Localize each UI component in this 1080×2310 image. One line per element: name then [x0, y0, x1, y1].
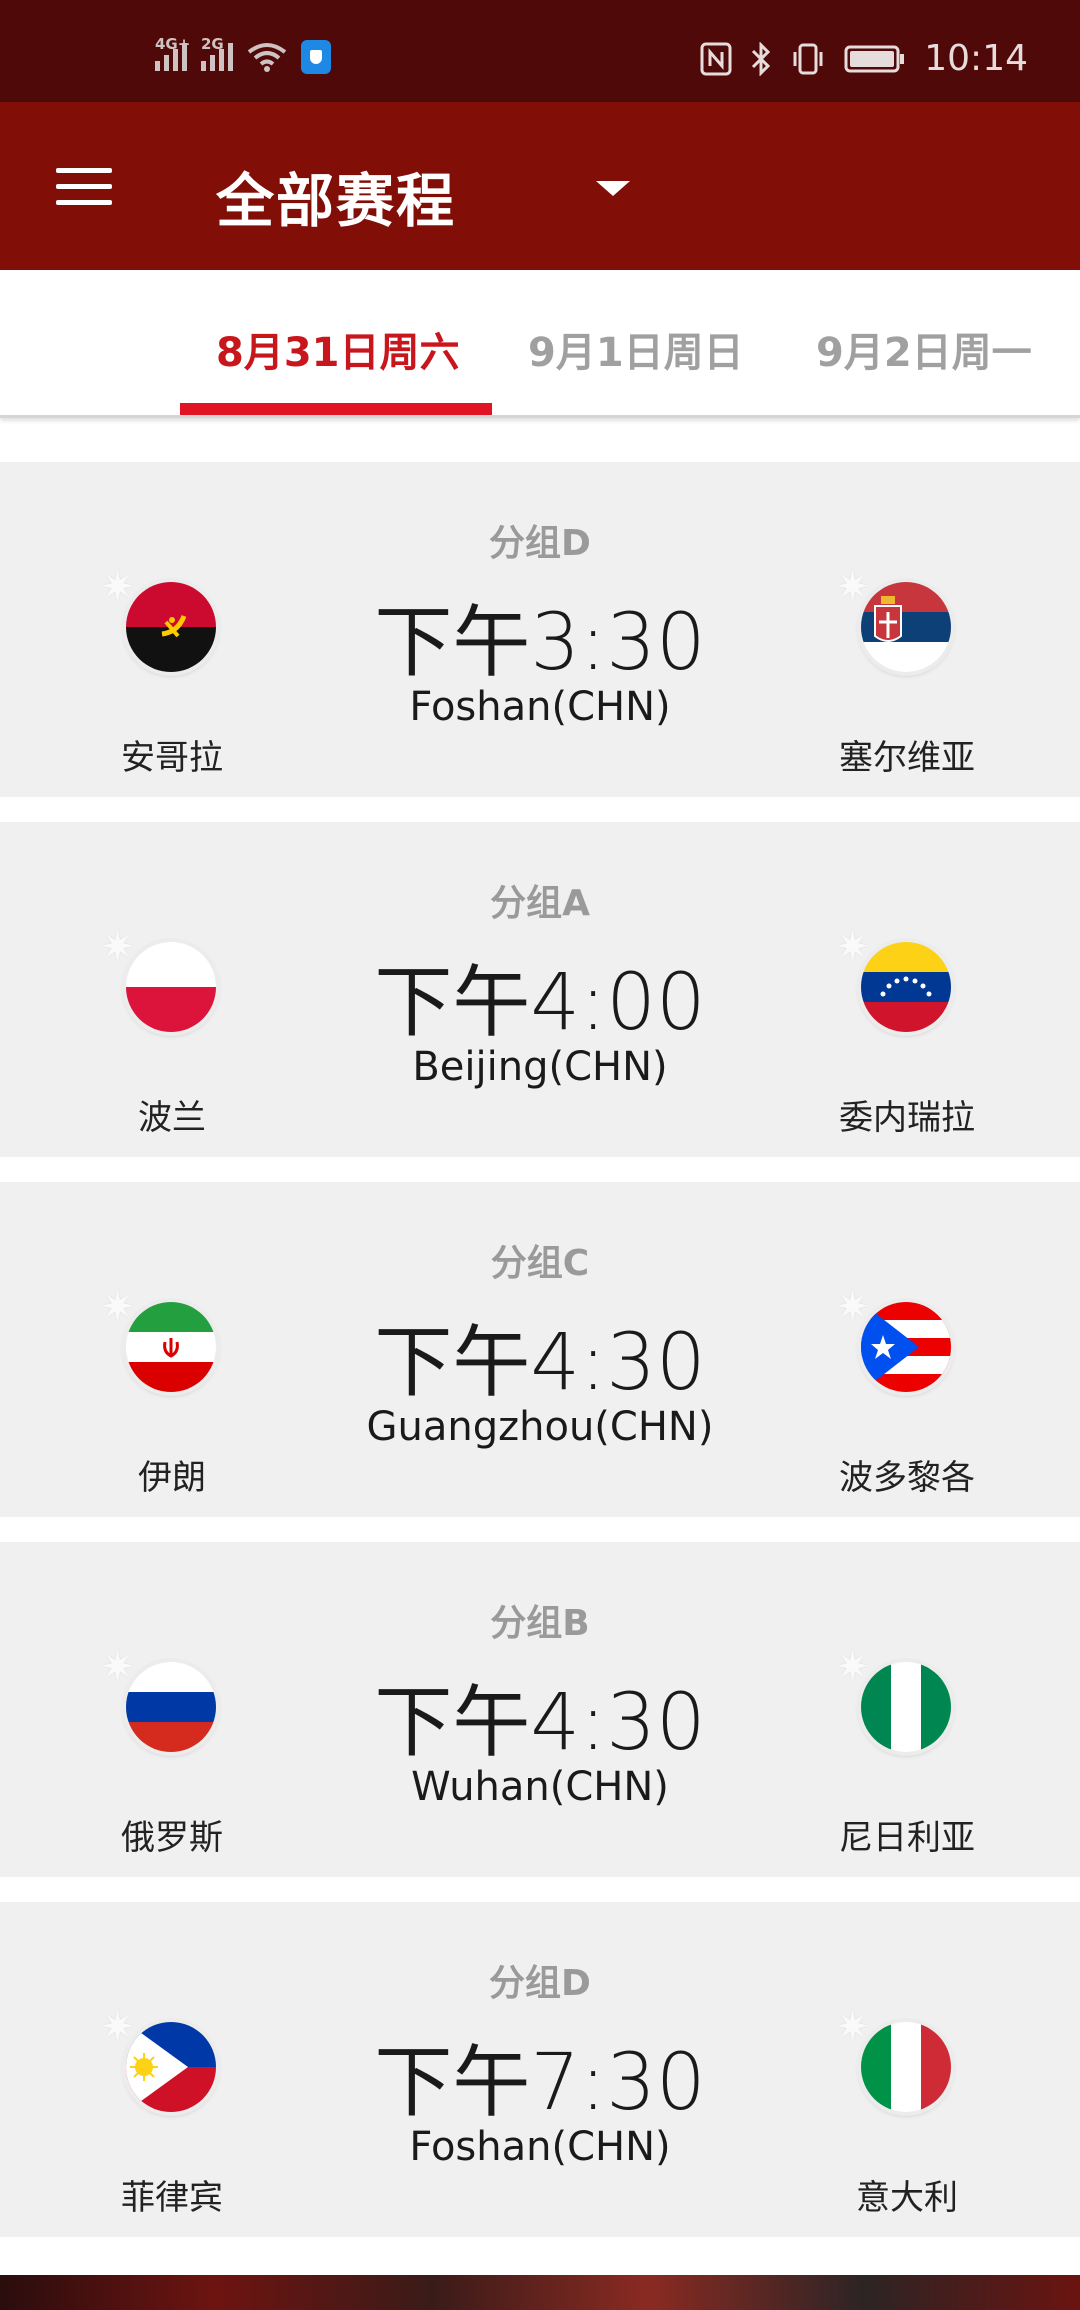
- away-team[interactable]: ✷ 塞尔维亚: [787, 462, 1027, 797]
- bluetooth-icon: [752, 41, 771, 76]
- home-team[interactable]: ✷ 波兰: [52, 822, 292, 1157]
- away-team[interactable]: ✷ 尼日利亚: [787, 1542, 1027, 1877]
- signal-4g-label: 4G+: [155, 35, 191, 53]
- match-card[interactable]: ✷ 伊朗 分组C 下午4:30 Guangzhou(CHN) ✷ 波多黎各: [0, 1182, 1080, 1517]
- app-bar: 全部赛程: [0, 102, 1080, 270]
- match-list: ✷ 安哥拉 分组D 下午3:30 Foshan(CHN) ✷ 塞尔维亚 ✷ 波兰…: [0, 462, 1080, 2262]
- match-time: 下午4:00: [374, 958, 706, 1048]
- away-team-name: 波多黎各: [839, 1458, 975, 1498]
- match-venue: Foshan(CHN): [409, 2124, 671, 2170]
- nfc-icon: [700, 42, 732, 75]
- away-team-name: 尼日利亚: [839, 1818, 975, 1858]
- group-label: 分组D: [489, 523, 591, 564]
- status-time: 10:14: [924, 38, 1028, 79]
- vibrate-icon: [793, 43, 823, 74]
- match-venue: Foshan(CHN): [409, 684, 671, 730]
- tab-aug-31[interactable]: 8月31日周六: [216, 320, 460, 378]
- poland-flag-icon: [126, 942, 216, 1032]
- home-team-name: 安哥拉: [121, 738, 223, 778]
- match-time: 下午7:30: [374, 2038, 706, 2128]
- home-team-name: 俄罗斯: [121, 1818, 223, 1858]
- home-team[interactable]: ✷ 伊朗: [52, 1182, 292, 1517]
- group-label: 分组C: [490, 1243, 590, 1284]
- match-venue: Guangzhou(CHN): [366, 1404, 714, 1450]
- active-tab-indicator: [180, 403, 492, 415]
- angola-flag-icon: [126, 582, 216, 672]
- match-card[interactable]: ✷ 菲律宾 分组D 下午7:30 Foshan(CHN) ✷ 意大利: [0, 1902, 1080, 2237]
- match-time: 下午4:30: [374, 1318, 706, 1408]
- away-team-name: 委内瑞拉: [839, 1098, 975, 1138]
- serbia-flag-icon: [861, 582, 951, 672]
- venezuela-flag-icon: [861, 942, 951, 1032]
- security-shield-icon: [301, 40, 331, 74]
- status-left-icons: 4G+ 2G: [155, 35, 331, 74]
- date-tabs: 8月31日周六 9月1日周日 9月2日周一: [0, 270, 1080, 418]
- tab-sep-2[interactable]: 9月2日周一: [816, 320, 1032, 378]
- italy-flag-icon: [861, 2022, 951, 2112]
- puerto-rico-flag-icon: [861, 1302, 951, 1392]
- away-team-name: 塞尔维亚: [839, 738, 975, 778]
- away-team[interactable]: ✷ 波多黎各: [787, 1182, 1027, 1517]
- ad-banner[interactable]: [0, 2275, 1080, 2310]
- tab-sep-1[interactable]: 9月1日周日: [528, 320, 744, 378]
- match-card[interactable]: ✷ 安哥拉 分组D 下午3:30 Foshan(CHN) ✷ 塞尔维亚: [0, 462, 1080, 797]
- match-time: 下午3:30: [374, 598, 706, 688]
- page-title[interactable]: 全部赛程: [216, 154, 456, 238]
- match-card[interactable]: ✷ 俄罗斯 分组B 下午4:30 Wuhan(CHN) ✷ 尼日利亚: [0, 1542, 1080, 1877]
- russia-flag-icon: [126, 1662, 216, 1752]
- battery-icon: [844, 45, 905, 72]
- away-team[interactable]: ✷ 意大利: [787, 1902, 1027, 2237]
- match-time: 下午4:30: [374, 1678, 706, 1768]
- nigeria-flag-icon: [861, 1662, 951, 1752]
- signal-4g-icon: 4G+: [155, 35, 190, 71]
- away-team[interactable]: ✷ 委内瑞拉: [787, 822, 1027, 1157]
- home-team-name: 波兰: [138, 1098, 206, 1138]
- group-label: 分组B: [490, 1603, 590, 1644]
- home-team[interactable]: ✷ 安哥拉: [52, 462, 292, 797]
- match-card[interactable]: ✷ 波兰 分组A 下午4:00 Beijing(CHN) ✷ 委内瑞拉: [0, 822, 1080, 1157]
- philippines-flag-icon: [126, 2022, 216, 2112]
- home-team[interactable]: ✷ 俄罗斯: [52, 1542, 292, 1877]
- status-bar: 4G+ 2G 10:14: [0, 0, 1080, 102]
- match-venue: Wuhan(CHN): [411, 1764, 669, 1810]
- hamburger-menu-icon[interactable]: [56, 168, 112, 206]
- home-team-name: 菲律宾: [121, 2178, 223, 2218]
- signal-2g-label: 2G: [201, 35, 224, 53]
- group-label: 分组D: [489, 1963, 591, 2004]
- away-team-name: 意大利: [856, 2178, 958, 2218]
- status-right-icons: 10:14: [700, 38, 1028, 79]
- dropdown-caret-icon[interactable]: [596, 181, 630, 196]
- match-venue: Beijing(CHN): [412, 1044, 668, 1090]
- signal-2g-icon: 2G: [201, 35, 233, 71]
- home-team[interactable]: ✷ 菲律宾: [52, 1902, 292, 2237]
- home-team-name: 伊朗: [138, 1458, 206, 1498]
- group-label: 分组A: [490, 883, 590, 924]
- wifi-icon: [247, 43, 287, 72]
- iran-flag-icon: [126, 1302, 216, 1392]
